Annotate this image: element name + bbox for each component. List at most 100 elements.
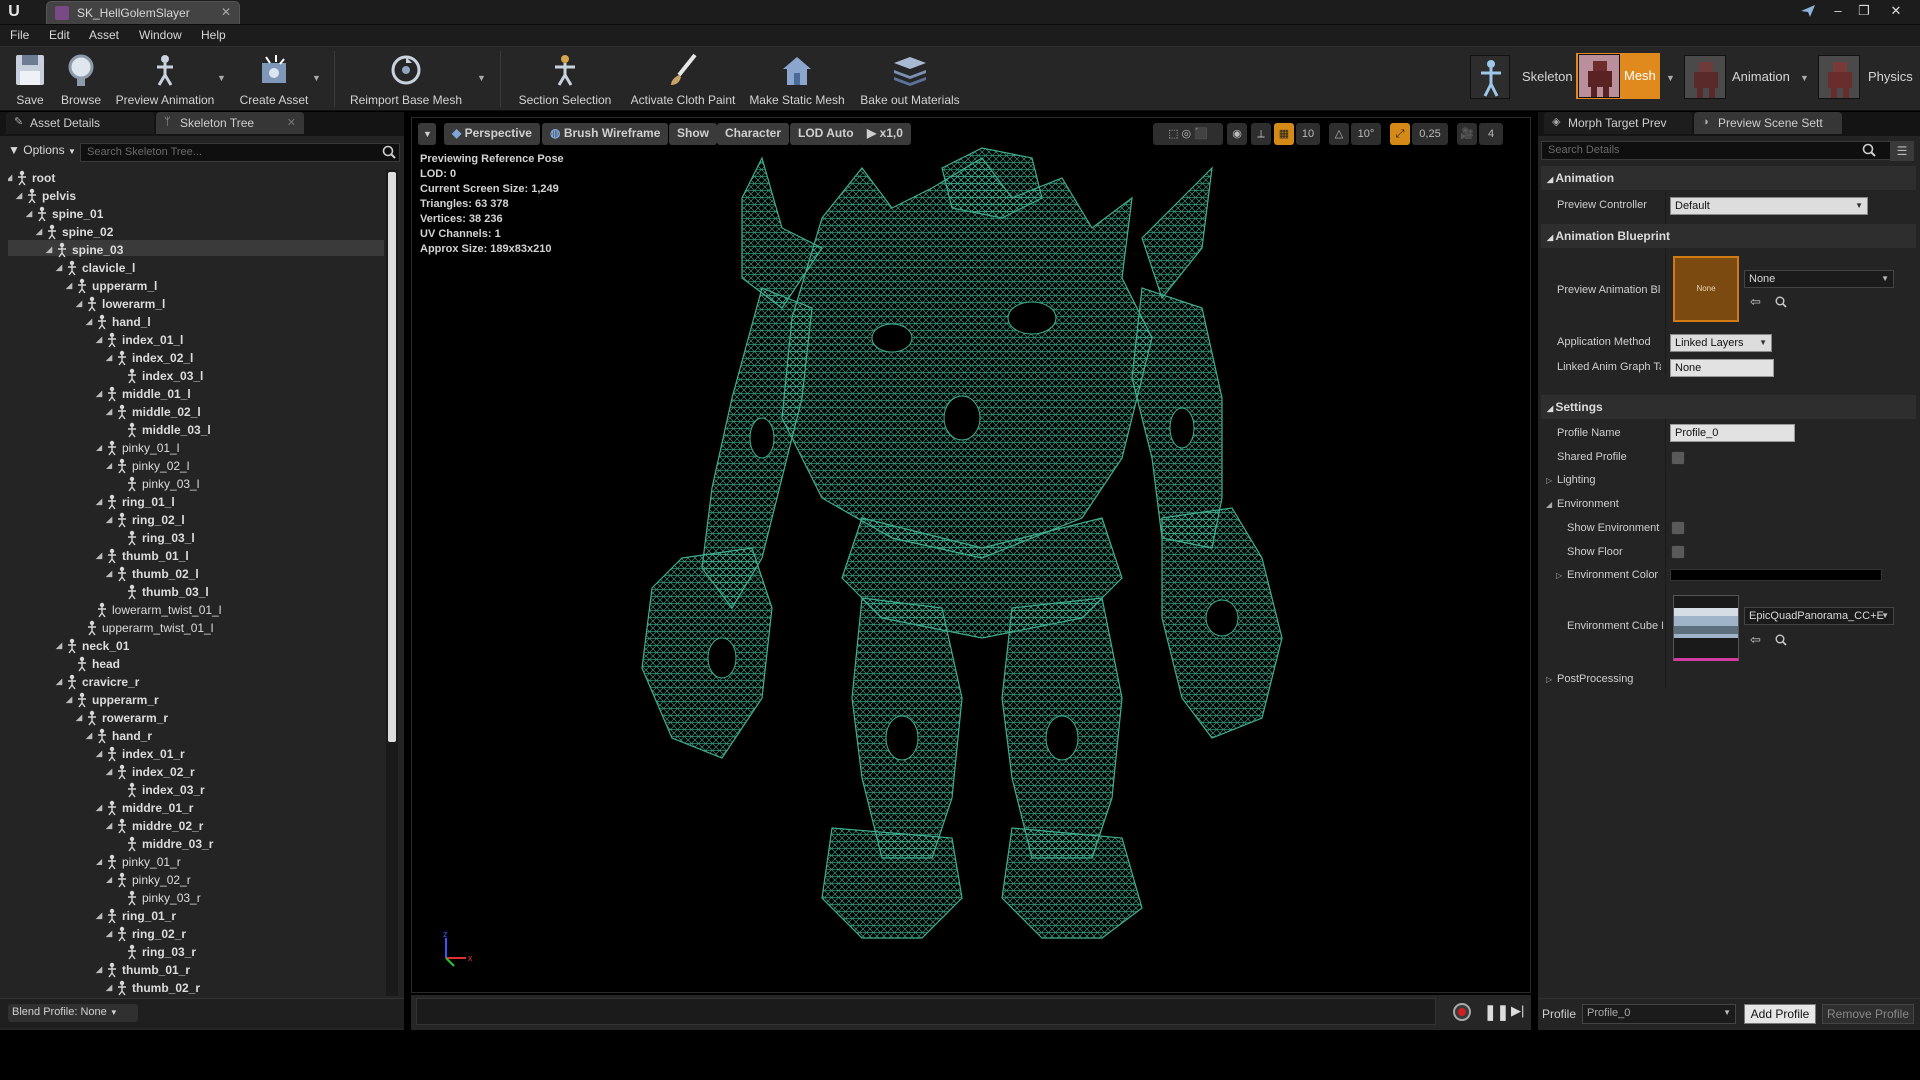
postprocessing-group-label[interactable]: PostProcessing: [1557, 673, 1661, 685]
details-search-input[interactable]: Search Details: [1541, 141, 1891, 160]
expand-arrow-icon[interactable]: ◢: [96, 911, 102, 920]
profile-name-input[interactable]: Profile_0: [1670, 424, 1795, 442]
section-animation[interactable]: ◢ Animation: [1541, 166, 1916, 190]
expand-arrow-icon[interactable]: ◢: [56, 677, 62, 686]
minimize-button[interactable]: –: [1828, 2, 1848, 20]
expand-arrow-icon[interactable]: ◢: [86, 317, 92, 326]
viewport-options-button[interactable]: ▼: [418, 123, 436, 145]
maximize-button[interactable]: ❐: [1854, 2, 1874, 20]
menu-edit[interactable]: Edit: [49, 28, 70, 42]
browse-button[interactable]: Browse: [56, 49, 106, 109]
menu-window[interactable]: Window: [139, 28, 182, 42]
expand-arrow-icon[interactable]: ◢: [96, 551, 102, 560]
tab-morph-target-preview[interactable]: ◈ Morph Target Prev: [1544, 112, 1692, 134]
activate-cloth-paint-button[interactable]: Activate Cloth Paint: [625, 49, 741, 109]
expand-arrow-icon[interactable]: ◢: [106, 461, 112, 470]
expand-arrow-icon[interactable]: ◢: [56, 263, 62, 272]
expand-arrow-icon[interactable]: ◢: [106, 515, 112, 524]
camera-speed-value[interactable]: 4: [1479, 123, 1503, 145]
unreal-logo-icon[interactable]: U: [4, 2, 24, 22]
bake-out-materials-button[interactable]: Bake out Materials: [856, 49, 964, 109]
timeline-track[interactable]: [416, 998, 1436, 1025]
environment-cube-combo[interactable]: EpicQuadPanorama_CC+E ▼: [1744, 607, 1894, 625]
expand-arrow-icon[interactable]: ◢: [56, 641, 62, 650]
anim-blueprint-thumbnail[interactable]: None: [1673, 256, 1739, 322]
save-button[interactable]: Save: [8, 49, 52, 109]
application-method-combo[interactable]: Linked Layers ▼: [1670, 334, 1772, 352]
mode-animation-button[interactable]: Animation: [1684, 53, 1804, 103]
expand-arrow-icon[interactable]: ◢: [106, 929, 112, 938]
create-asset-dropdown-icon[interactable]: ▼: [312, 73, 321, 83]
show-environment-checkbox[interactable]: [1671, 521, 1685, 535]
expand-arrow-icon[interactable]: ◢: [96, 803, 102, 812]
reimport-dropdown-icon[interactable]: ▼: [477, 73, 486, 83]
mode-skeleton-button[interactable]: Skeleton: [1470, 53, 1573, 103]
preview-animation-dropdown-icon[interactable]: ▼: [217, 73, 226, 83]
expand-arrow-icon[interactable]: ◢: [96, 497, 102, 506]
expand-arrow-icon[interactable]: ◢: [76, 713, 82, 722]
expand-arrow-icon[interactable]: ◢: [66, 695, 72, 704]
expand-arrow-icon[interactable]: ◢: [106, 767, 112, 776]
blend-profile-dropdown[interactable]: Blend Profile: None ▼: [8, 1004, 138, 1022]
section-settings[interactable]: ◢ Settings: [1541, 395, 1916, 419]
view-options-icon[interactable]: ☰: [1890, 141, 1914, 161]
tab-preview-scene-settings[interactable]: ◑ Preview Scene Sett: [1694, 112, 1842, 134]
expand-arrow-icon[interactable]: ▷: [1546, 476, 1552, 485]
scale-snap-value[interactable]: 0,25: [1412, 123, 1448, 145]
expand-arrow-icon[interactable]: ◢: [76, 299, 82, 308]
preview-viewport[interactable]: ▼ ◆ Perspective ◍ Brush Wireframe Show C…: [411, 117, 1531, 993]
search-icon[interactable]: [382, 145, 396, 159]
perspective-button[interactable]: ◆ Perspective: [444, 123, 540, 145]
add-profile-button[interactable]: Add Profile: [1744, 1004, 1816, 1024]
create-asset-button[interactable]: Create Asset: [234, 49, 314, 109]
expand-arrow-icon[interactable]: ◢: [106, 407, 112, 416]
mode-physics-button[interactable]: Physics: [1818, 53, 1918, 103]
expand-arrow-icon[interactable]: ◢: [96, 857, 102, 866]
expand-arrow-icon[interactable]: ◢: [106, 983, 112, 992]
linked-anim-graph-input[interactable]: None: [1670, 359, 1774, 377]
shared-profile-checkbox[interactable]: [1671, 451, 1685, 465]
environment-cube-thumbnail[interactable]: [1673, 595, 1739, 661]
remove-profile-button[interactable]: Remove Profile: [1822, 1004, 1914, 1024]
expand-arrow-icon[interactable]: ◢: [106, 569, 112, 578]
expand-arrow-icon[interactable]: ◢: [66, 281, 72, 290]
menu-help[interactable]: Help: [201, 28, 226, 42]
expand-arrow-icon[interactable]: ◢: [106, 353, 112, 362]
expand-arrow-icon[interactable]: ◢: [96, 335, 102, 344]
expand-arrow-icon[interactable]: ◢: [96, 749, 102, 758]
close-tab-icon[interactable]: ✕: [287, 116, 296, 129]
expand-arrow-icon[interactable]: ▷: [1546, 675, 1552, 684]
environment-color-swatch[interactable]: [1670, 569, 1882, 581]
expand-arrow-icon[interactable]: ◢: [46, 245, 52, 254]
preview-animation-button[interactable]: Preview Animation: [110, 49, 220, 109]
search-icon[interactable]: [1862, 143, 1876, 157]
expand-arrow-icon[interactable]: ◢: [96, 389, 102, 398]
feedback-icon[interactable]: [1800, 4, 1816, 18]
menu-file[interactable]: File: [10, 28, 29, 42]
expand-arrow-icon[interactable]: ◢: [26, 209, 32, 218]
record-button[interactable]: [1453, 1003, 1471, 1021]
profile-footer-combo[interactable]: Profile_0 ▼: [1582, 1004, 1736, 1024]
tree-scrollbar-thumb[interactable]: [388, 172, 396, 742]
lighting-group-label[interactable]: Lighting: [1557, 474, 1661, 486]
expand-arrow-icon[interactable]: ◢: [106, 875, 112, 884]
environment-group-label[interactable]: Environment: [1557, 498, 1661, 510]
expand-arrow-icon[interactable]: ◢: [106, 821, 112, 830]
expand-arrow-icon[interactable]: ◢: [16, 191, 22, 200]
use-selected-arrow-icon[interactable]: ⇦: [1750, 294, 1761, 310]
mode-animation-dropdown-icon[interactable]: ▼: [1800, 73, 1809, 83]
browse-to-asset-icon[interactable]: [1775, 296, 1787, 308]
preview-controller-combo[interactable]: Default ▼: [1670, 197, 1868, 215]
mode-mesh-button[interactable]: Mesh: [1576, 53, 1660, 99]
expand-arrow-icon[interactable]: ◢: [86, 731, 92, 740]
skeleton-search-input[interactable]: Search Skeleton Tree...: [80, 143, 400, 162]
use-selected-arrow-icon[interactable]: ⇦: [1750, 632, 1761, 648]
mode-mesh-dropdown-icon[interactable]: ▼: [1666, 73, 1675, 83]
pause-icon[interactable]: ❚❚: [1484, 1003, 1509, 1021]
reimport-base-mesh-button[interactable]: Reimport Base Mesh: [345, 49, 467, 109]
camera-speed-icon[interactable]: 🎥: [1457, 123, 1477, 145]
tab-skeleton-tree[interactable]: ᛘ Skeleton Tree ✕: [156, 112, 304, 134]
document-tab[interactable]: SK_HellGolemSlayer ✕: [46, 1, 240, 24]
expand-arrow-icon[interactable]: ◢: [96, 443, 102, 452]
expand-arrow-icon[interactable]: ◢: [36, 227, 42, 236]
